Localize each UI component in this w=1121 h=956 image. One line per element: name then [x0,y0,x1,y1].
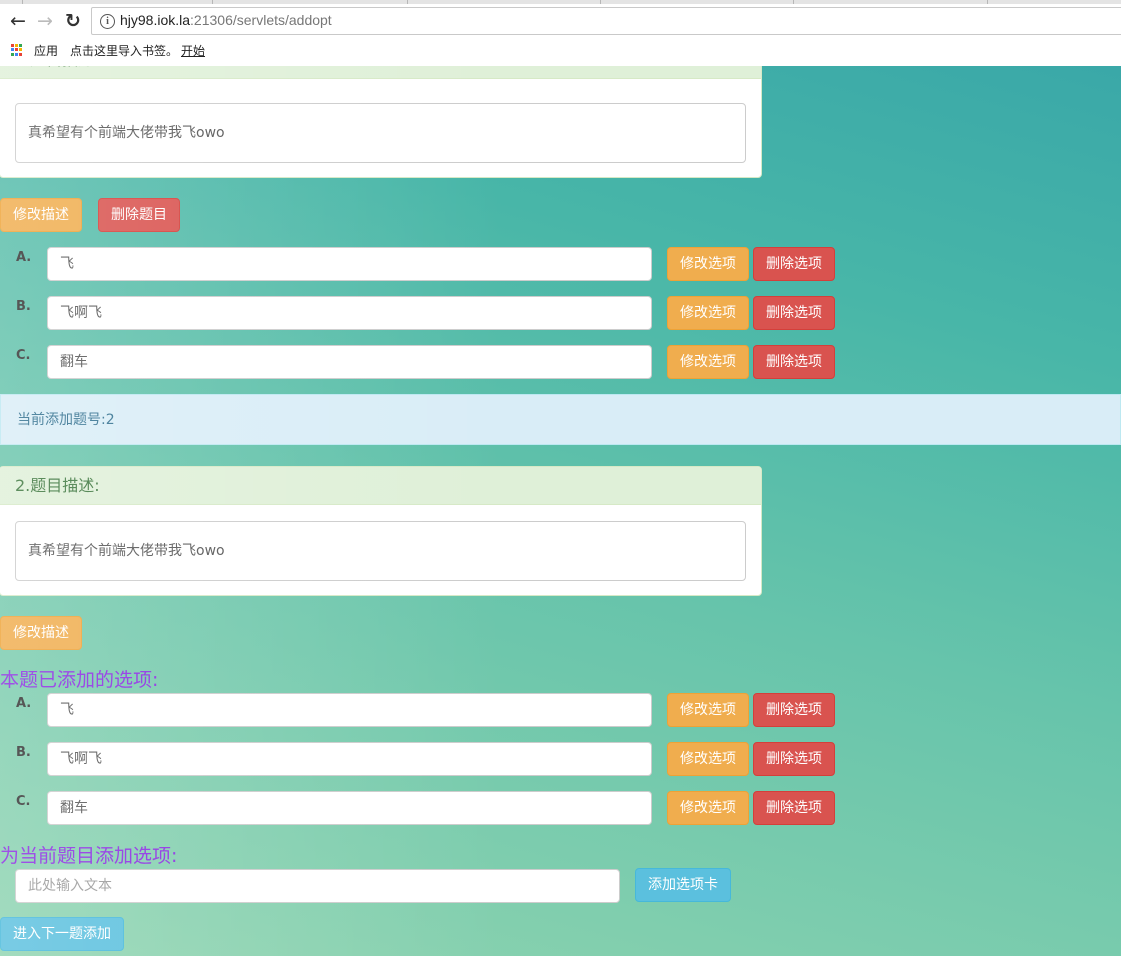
info-icon[interactable]: i [100,14,115,29]
add-option-title: 为当前题目添加选项: [0,845,178,867]
option-field[interactable]: 飞啊飞 [47,296,652,330]
option-field[interactable]: 飞 [47,693,652,727]
delete-option-button[interactable]: 删除选项 [753,742,835,776]
question-description: 真希望有个前端大佬带我飞owo [15,103,746,163]
bookmark-import-hint: 点击这里导入书签。 [70,44,179,58]
bookmark-start-link[interactable]: 开始 [181,42,205,59]
add-option-button[interactable]: 添加选项卡 [635,868,731,902]
added-options-title: 本题已添加的选项: [0,669,159,691]
option-letter: B. [16,745,31,760]
browser-chrome: ← → ↻ i hjy98.iok.la:21306/servlets/addo… [0,0,1121,67]
edit-option-button[interactable]: 修改选项 [667,296,749,330]
option-letter: A. [16,696,32,711]
option-letter: B. [16,299,31,314]
current-question-alert: 当前添加题号:2 [0,394,1121,445]
question-heading: 2.题目描述: [0,467,761,505]
back-icon[interactable]: ← [7,10,29,32]
question-panel-top: 2.题目描述: 真希望有个前端大佬带我飞owo [0,66,762,178]
bookmark-apps[interactable]: 应用 [34,42,58,59]
question-heading: 2.题目描述: [0,66,761,79]
tab-strip [0,0,1121,4]
edit-option-button[interactable]: 修改选项 [667,791,749,825]
bookmarks-bar: 应用 点击这里导入书签。 开始 [0,38,1121,65]
address-bar[interactable]: i hjy98.iok.la:21306/servlets/addopt [91,7,1121,35]
delete-option-button[interactable]: 删除选项 [753,791,835,825]
reload-icon[interactable]: ↻ [62,10,84,32]
next-question-button[interactable]: 进入下一题添加 [0,917,124,951]
option-letter: C. [16,794,31,809]
question-description: 真希望有个前端大佬带我飞owo [15,521,746,581]
edit-description-button[interactable]: 修改描述 [0,616,82,650]
edit-option-button[interactable]: 修改选项 [667,345,749,379]
option-field[interactable]: 翻车 [47,791,652,825]
delete-option-button[interactable]: 删除选项 [753,296,835,330]
question-panel-bottom: 2.题目描述: 真希望有个前端大佬带我飞owo [0,466,762,596]
delete-option-button[interactable]: 删除选项 [753,247,835,281]
edit-option-button[interactable]: 修改选项 [667,693,749,727]
delete-option-button[interactable]: 删除选项 [753,693,835,727]
new-option-input[interactable] [15,869,620,903]
url-text[interactable]: hjy98.iok.la:21306/servlets/addopt [120,12,332,28]
option-letter: A. [16,250,32,265]
delete-question-button[interactable]: 删除题目 [98,198,180,232]
option-field[interactable]: 翻车 [47,345,652,379]
edit-option-button[interactable]: 修改选项 [667,742,749,776]
edit-option-button[interactable]: 修改选项 [667,247,749,281]
option-field[interactable]: 飞啊飞 [47,742,652,776]
option-letter: C. [16,348,31,363]
page-content: 2.题目描述: 真希望有个前端大佬带我飞owo 修改描述 删除题目 A. 飞 修… [0,66,1121,956]
delete-option-button[interactable]: 删除选项 [753,345,835,379]
option-field[interactable]: 飞 [47,247,652,281]
forward-icon[interactable]: → [34,10,56,32]
edit-description-button[interactable]: 修改描述 [0,198,82,232]
apps-grid-icon[interactable] [11,44,23,56]
